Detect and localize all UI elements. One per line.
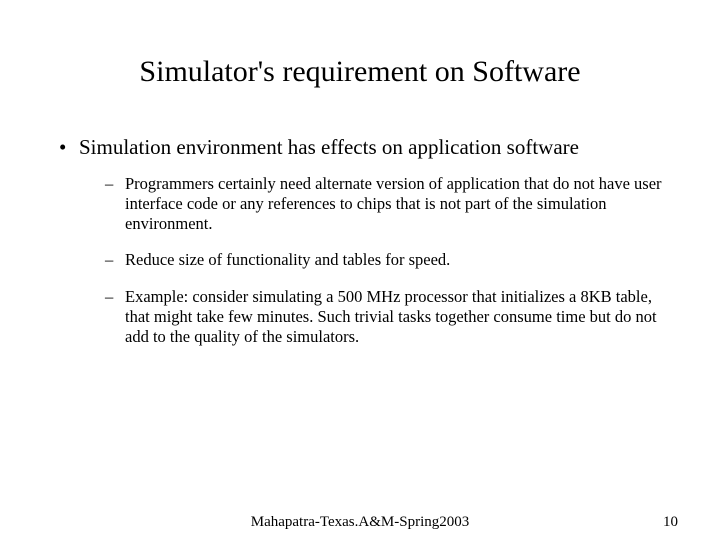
slide-title: Simulator's requirement on Software — [55, 55, 665, 89]
slide: Simulator's requirement on Software Simu… — [0, 0, 720, 540]
list-item: Simulation environment has effects on ap… — [59, 135, 665, 347]
list-item: Programmers certainly need alternate ver… — [105, 174, 665, 234]
bullet-list-level2: Programmers certainly need alternate ver… — [105, 174, 665, 347]
page-number: 10 — [663, 514, 678, 531]
bullet-text: Example: consider simulating a 500 MHz p… — [125, 287, 657, 346]
bullet-list-level1: Simulation environment has effects on ap… — [59, 135, 665, 347]
list-item: Example: consider simulating a 500 MHz p… — [105, 287, 665, 347]
list-item: Reduce size of functionality and tables … — [105, 250, 665, 270]
footer-source: Mahapatra-Texas.A&M-Spring2003 — [0, 514, 720, 531]
bullet-text: Reduce size of functionality and tables … — [125, 250, 450, 269]
bullet-text: Programmers certainly need alternate ver… — [125, 174, 662, 233]
bullet-text: Simulation environment has effects on ap… — [79, 135, 579, 159]
